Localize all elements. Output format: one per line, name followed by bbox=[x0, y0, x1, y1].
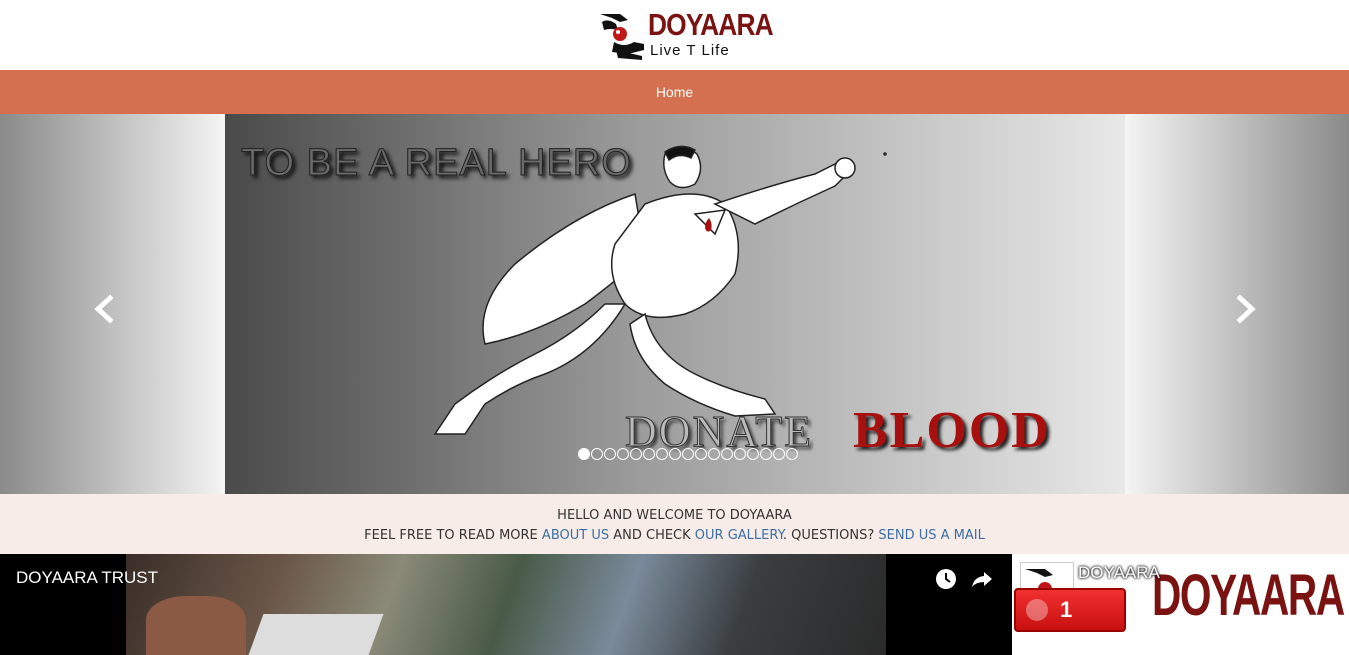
notification-badge[interactable]: 1 bbox=[1014, 588, 1126, 632]
welcome-banner: HELLO AND WELCOME TO DOYAARA FEEL FREE T… bbox=[0, 494, 1349, 554]
carousel-indicator-dot[interactable] bbox=[695, 448, 707, 460]
carousel-next-chevron-icon[interactable] bbox=[1230, 294, 1260, 324]
logo-tagline: Live T Life bbox=[650, 42, 730, 59]
nav-home-link[interactable]: Home bbox=[656, 84, 693, 100]
carousel-indicator-dot[interactable] bbox=[669, 448, 681, 460]
carousel-indicator-dot[interactable] bbox=[786, 448, 798, 460]
carousel-indicator-dot[interactable] bbox=[617, 448, 629, 460]
welcome-mid: AND CHECK bbox=[609, 528, 695, 543]
welcome-text: FEEL FREE TO READ MORE ABOUT US AND CHEC… bbox=[0, 526, 1349, 546]
slide-blood-text: BLOOD bbox=[853, 402, 1051, 459]
site-header: DOYAARA Live T Life bbox=[0, 0, 1349, 70]
welcome-mid2: . QUESTIONS? bbox=[782, 528, 879, 543]
bars-icon bbox=[1026, 599, 1048, 621]
carousel-prev-chevron-icon[interactable] bbox=[90, 294, 120, 324]
welcome-prefix: FEEL FREE TO READ MORE bbox=[364, 528, 542, 543]
video-embed[interactable]: DOYAARA TRUST bbox=[0, 554, 1012, 655]
carousel-indicator-dot[interactable] bbox=[630, 448, 642, 460]
media-section: DOYAARA TRUST DOYAARA DOYAARA 1 bbox=[0, 554, 1349, 655]
welcome-heading: HELLO AND WELCOME TO DOYAARA bbox=[557, 508, 792, 523]
share-icon[interactable] bbox=[970, 567, 994, 591]
carousel-slide: TO BE A REAL HERO DONATE BLOOD bbox=[225, 114, 1125, 494]
carousel-indicator-dot[interactable] bbox=[773, 448, 785, 460]
facebook-page-widget[interactable]: DOYAARA DOYAARA 1 bbox=[1012, 554, 1349, 655]
fb-page-name[interactable]: DOYAARA bbox=[1078, 563, 1160, 583]
carousel-indicator-dot[interactable] bbox=[682, 448, 694, 460]
carousel-indicator-dot[interactable] bbox=[643, 448, 655, 460]
send-mail-link[interactable]: SEND US A MAIL bbox=[878, 528, 984, 543]
carousel-indicator-dot[interactable] bbox=[721, 448, 733, 460]
carousel-indicators bbox=[578, 448, 798, 460]
site-logo[interactable]: DOYAARA Live T Life bbox=[598, 8, 774, 64]
carousel-indicator-dot[interactable] bbox=[708, 448, 720, 460]
watch-later-icon[interactable] bbox=[934, 567, 958, 591]
video-title[interactable]: DOYAARA TRUST bbox=[16, 568, 158, 588]
gallery-link[interactable]: OUR GALLERY bbox=[695, 528, 783, 543]
fb-cover-text: DOYAARA bbox=[1152, 563, 1345, 628]
carousel-indicator-dot[interactable] bbox=[747, 448, 759, 460]
carousel-indicator-dot[interactable] bbox=[656, 448, 668, 460]
logo-name: DOYAARA bbox=[648, 7, 774, 42]
hero-carousel: TO BE A REAL HERO DONATE BLOOD bbox=[0, 114, 1349, 494]
carousel-indicator-dot[interactable] bbox=[578, 448, 590, 460]
carousel-indicator-dot[interactable] bbox=[760, 448, 772, 460]
video-thumbnail[interactable] bbox=[126, 554, 886, 655]
notification-count: 1 bbox=[1060, 597, 1073, 622]
carousel-indicator-dot[interactable] bbox=[604, 448, 616, 460]
about-us-link[interactable]: ABOUT US bbox=[542, 528, 609, 543]
main-navbar: Home bbox=[0, 70, 1349, 114]
carousel-indicator-dot[interactable] bbox=[591, 448, 603, 460]
logo-hands-icon bbox=[598, 8, 646, 60]
carousel-indicator-dot[interactable] bbox=[734, 448, 746, 460]
